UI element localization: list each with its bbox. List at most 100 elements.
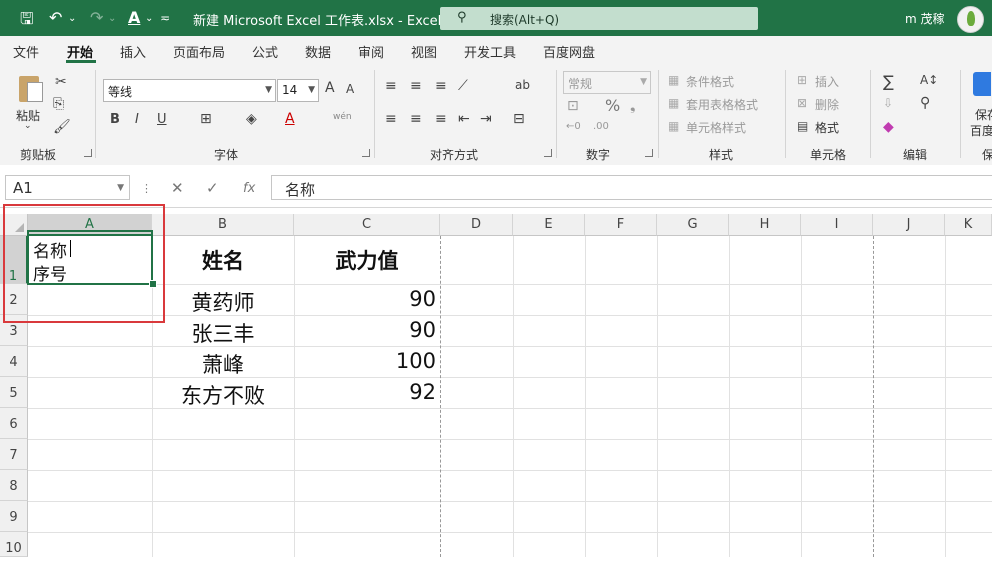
shrink-font-icon[interactable]: A <box>346 82 354 96</box>
insert-cells-button[interactable]: 插入 <box>815 73 839 90</box>
tab-insert[interactable]: 插入 <box>120 42 146 61</box>
sort-filter-icon[interactable]: A↕ <box>920 73 938 87</box>
tab-page-layout[interactable]: 页面布局 <box>173 42 225 61</box>
cell-c3[interactable]: 90 <box>294 318 436 342</box>
user-name[interactable]: m 茂稼 <box>905 10 945 27</box>
format-painter-icon[interactable]: 🖌 <box>53 119 71 135</box>
redo-icon[interactable]: ↷ <box>90 8 103 27</box>
font-color-icon[interactable]: A <box>128 8 140 27</box>
cell-b2[interactable]: 黄药师 <box>152 287 294 317</box>
row-header-9[interactable]: 9 <box>0 501 28 532</box>
cell-styles-button[interactable]: 单元格样式 <box>686 119 746 136</box>
column-header-c[interactable]: C <box>294 214 440 236</box>
borders-icon[interactable]: ⊞ <box>200 111 212 127</box>
column-header-k[interactable]: K <box>945 214 992 236</box>
undo-dropdown-icon[interactable]: ⌄ <box>68 13 76 24</box>
insert-function-icon[interactable]: fx <box>243 181 255 196</box>
bold-button[interactable]: B <box>110 112 120 127</box>
underline-button[interactable]: U <box>157 112 167 127</box>
align-top-icon[interactable]: ≡ <box>385 78 397 94</box>
phonetic-guide-icon[interactable]: wén <box>333 112 352 122</box>
cell-b5[interactable]: 东方不败 <box>152 380 294 410</box>
wrap-text-icon[interactable]: ab <box>515 78 530 92</box>
cell-b1[interactable]: 姓名 <box>152 245 294 275</box>
accounting-format-icon[interactable]: ⊡ <box>567 98 579 114</box>
increase-indent-icon[interactable]: ⇥ <box>480 111 492 127</box>
number-launcher-icon[interactable] <box>645 149 653 157</box>
find-select-icon[interactable]: ⚲ <box>920 95 930 111</box>
increase-decimal-icon[interactable]: ←0 <box>566 121 581 132</box>
alignment-launcher-icon[interactable] <box>544 149 552 157</box>
search-box[interactable]: ⚲ 搜索(Alt+Q) <box>440 7 758 30</box>
font-name-select[interactable]: 等线 ▼ <box>103 79 276 102</box>
row-header-10[interactable]: 10 <box>0 532 28 557</box>
row-header-4[interactable]: 4 <box>0 346 28 377</box>
grow-font-icon[interactable]: A <box>325 80 335 96</box>
font-color-button[interactable]: A <box>285 111 295 127</box>
column-header-e[interactable]: E <box>513 214 585 236</box>
cell-c4[interactable]: 100 <box>294 349 436 373</box>
italic-button[interactable]: I <box>135 112 139 127</box>
tab-view[interactable]: 视图 <box>411 42 437 61</box>
font-color-dropdown-icon[interactable]: ⌄ <box>145 13 153 24</box>
number-format-select[interactable]: 常规 ▼ <box>563 71 651 94</box>
row-header-7[interactable]: 7 <box>0 439 28 470</box>
tab-developer[interactable]: 开发工具 <box>464 42 516 61</box>
cell-c1[interactable]: 武力值 <box>294 245 440 275</box>
cell-c5[interactable]: 92 <box>294 380 436 404</box>
align-bottom-icon[interactable]: ≡ <box>435 78 447 94</box>
redo-dropdown-icon[interactable]: ⌄ <box>108 13 116 24</box>
tab-data[interactable]: 数据 <box>305 42 331 61</box>
avatar[interactable] <box>957 6 984 33</box>
cell-b3[interactable]: 张三丰 <box>152 318 294 348</box>
undo-icon[interactable]: ↶ <box>49 8 62 27</box>
column-header-d[interactable]: D <box>440 214 513 236</box>
baidu-to-label[interactable]: 百度 <box>970 122 992 139</box>
save-icon[interactable]: 🖫 <box>20 8 34 35</box>
column-header-f[interactable]: F <box>585 214 657 236</box>
align-right-icon[interactable]: ≡ <box>435 111 447 127</box>
autosum-button[interactable]: ∑ <box>883 72 894 91</box>
column-header-j[interactable]: J <box>873 214 945 236</box>
row-header-5[interactable]: 5 <box>0 377 28 408</box>
cut-icon[interactable]: ✂ <box>55 74 67 90</box>
delete-cells-button[interactable]: 删除 <box>815 96 839 113</box>
baidu-save-label[interactable]: 保存 <box>975 106 992 123</box>
enter-icon[interactable]: ✓ <box>206 179 219 197</box>
cancel-icon[interactable]: ✕ <box>171 179 184 197</box>
orientation-icon[interactable]: ⟋ <box>458 78 468 94</box>
customize-toolbar-icon[interactable]: ≂ <box>160 11 170 25</box>
percent-style-button[interactable]: % <box>605 96 620 115</box>
align-middle-icon[interactable]: ≡ <box>410 78 422 94</box>
paste-dropdown-icon[interactable]: ⌄ <box>24 121 32 131</box>
column-header-h[interactable]: H <box>729 214 801 236</box>
tab-review[interactable]: 审阅 <box>358 42 384 61</box>
column-header-g[interactable]: G <box>657 214 729 236</box>
copy-icon[interactable]: ⎘ <box>53 96 64 112</box>
clipboard-launcher-icon[interactable] <box>84 149 92 157</box>
column-header-b[interactable]: B <box>152 214 294 236</box>
font-launcher-icon[interactable] <box>362 149 370 157</box>
row-header-8[interactable]: 8 <box>0 470 28 501</box>
tab-baidu-netdisk[interactable]: 百度网盘 <box>543 42 595 61</box>
column-header-i[interactable]: I <box>801 214 873 236</box>
align-left-icon[interactable]: ≡ <box>385 111 397 127</box>
worksheet-grid[interactable]: A B C D E F G H I J K 1 2 3 4 5 6 7 8 9 … <box>0 204 992 557</box>
font-size-select[interactable]: 14 ▼ <box>277 79 319 102</box>
cell-b4[interactable]: 萧峰 <box>152 349 294 379</box>
paste-button[interactable] <box>14 72 44 104</box>
comma-style-icon[interactable]: ❟ <box>630 98 636 114</box>
conditional-formatting-button[interactable]: 条件格式 <box>686 73 734 90</box>
decrease-decimal-icon[interactable]: .00 <box>593 121 609 132</box>
name-box[interactable]: A1 ▼ <box>5 175 130 200</box>
cell-c2[interactable]: 90 <box>294 287 436 311</box>
fill-color-icon[interactable]: ◈ <box>246 111 257 127</box>
format-as-table-button[interactable]: 套用表格格式 <box>686 96 758 113</box>
tab-file[interactable]: 文件 <box>13 42 39 61</box>
row-header-6[interactable]: 6 <box>0 408 28 439</box>
align-center-icon[interactable]: ≡ <box>410 111 422 127</box>
tab-home[interactable]: 开始 <box>67 42 93 61</box>
formula-input[interactable]: 名称 <box>271 175 992 200</box>
baidu-save-icon[interactable] <box>973 72 991 96</box>
decrease-indent-icon[interactable]: ⇤ <box>458 111 470 127</box>
